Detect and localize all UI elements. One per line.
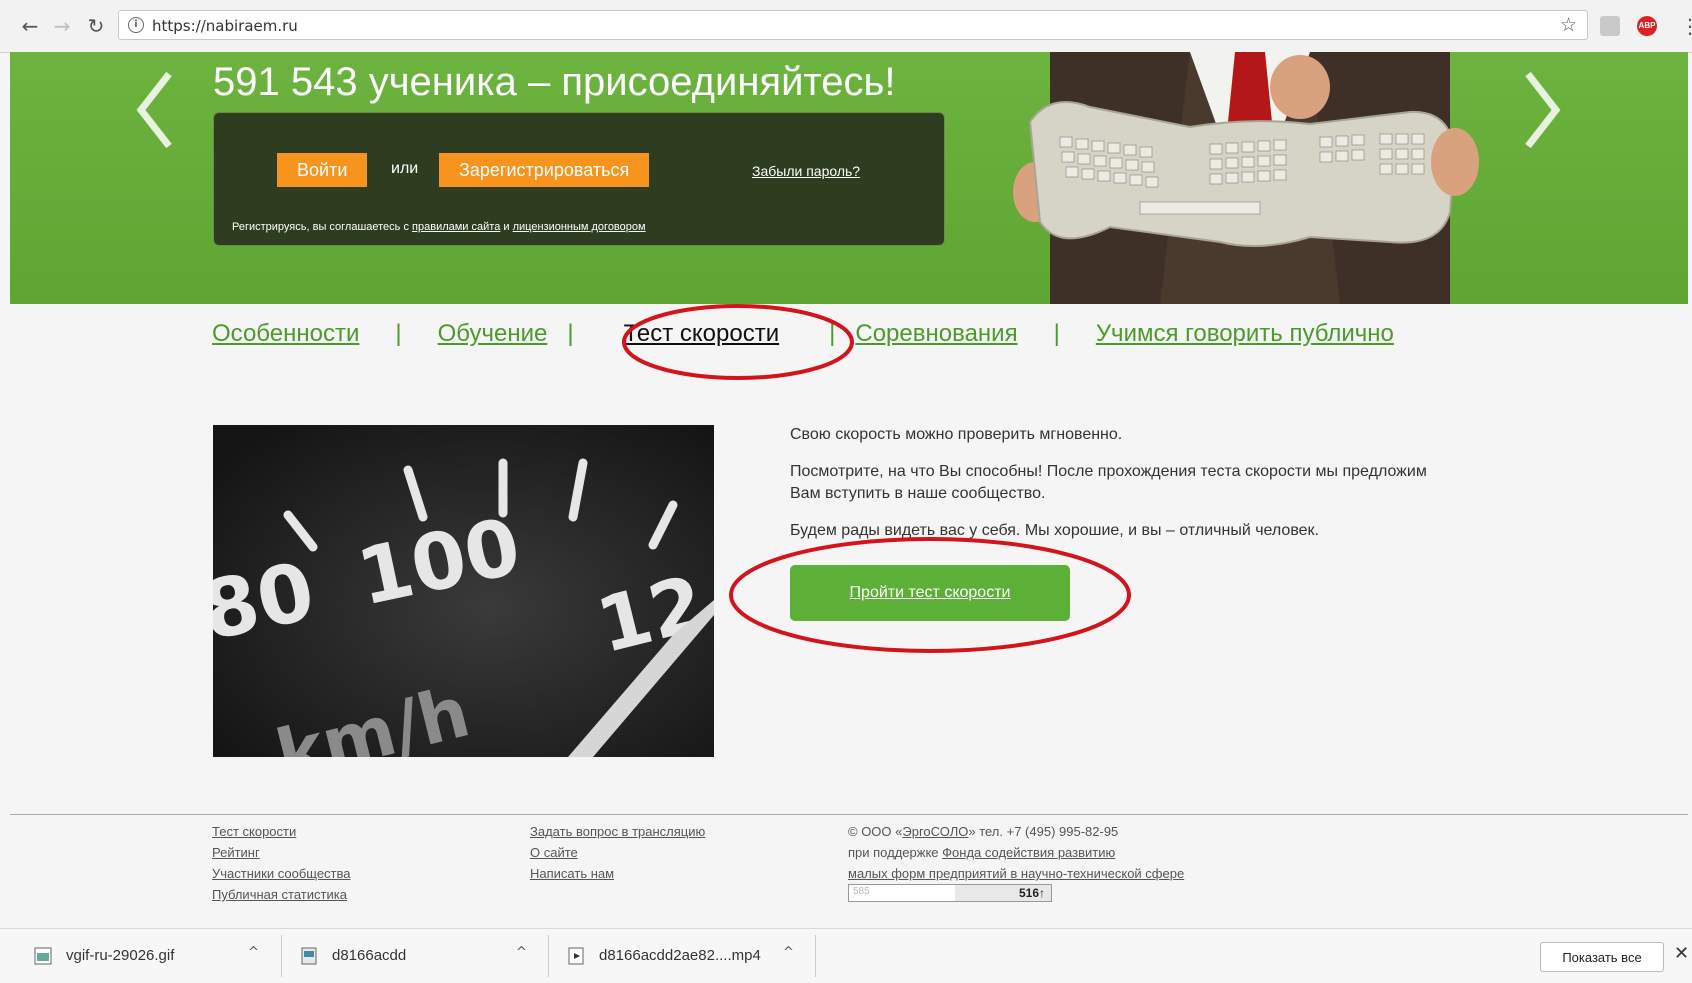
gif-file-icon — [34, 947, 52, 965]
tab-separator: | — [395, 320, 402, 347]
hero-banner: 591 543 ученика – присоединяйтесь! Войти… — [10, 52, 1688, 304]
pdf-extension-icon[interactable] — [1600, 16, 1620, 36]
tab-separator: | — [829, 320, 836, 347]
terms-prefix: Регистрируясь, вы соглашаетесь с — [232, 221, 409, 233]
reload-icon[interactable]: ↻ — [84, 14, 108, 38]
support-line: при поддержке Фонда содействия развитию — [848, 842, 1184, 863]
visit-counter[interactable]: 585 516↑ — [848, 884, 1052, 902]
intro-text: Свою скорость можно проверить мгновенно. — [790, 426, 1123, 443]
fund-link-part2[interactable]: малых форм предприятий в научно-техничес… — [848, 863, 1184, 884]
fund-link-part1[interactable]: Фонда содействия развитию — [942, 845, 1115, 860]
footer-company-info: © ООО «ЭргоСОЛО» тел. +7 (495) 995-82-95… — [848, 821, 1184, 884]
download-divider — [281, 935, 282, 977]
download-item[interactable]: vgif-ru-29026.gif ^ — [34, 929, 264, 983]
login-button[interactable]: Войти — [277, 153, 368, 187]
download-filename: d8166acdd — [332, 947, 407, 964]
show-all-downloads-button[interactable]: Показать все — [1540, 942, 1664, 972]
back-icon[interactable]: ← — [18, 14, 42, 38]
footer-link-statistics[interactable]: Публичная статистика — [212, 884, 351, 905]
footer-links-col2: Задать вопрос в трансляцию О сайте Напис… — [530, 821, 705, 884]
download-shelf: vgif-ru-29026.gif ^ d8166acdd ^ d8166acd… — [0, 928, 1692, 983]
browser-toolbar: ← → ↻ i https://nabiraem.ru ☆ ABP ⋮ — [0, 0, 1692, 53]
tab-public-speaking[interactable]: Учимся говорить публично — [1096, 320, 1394, 347]
tab-speed-test[interactable]: Тест скорости — [624, 320, 780, 347]
slider-next-arrow-icon[interactable] — [1522, 70, 1562, 150]
terms-and: и — [503, 221, 510, 233]
copyright-line: © ООО «ЭргоСОЛО» тел. +7 (495) 995-82-95 — [848, 821, 1184, 842]
download-filename: d8166acdd2ae82....mp4 — [599, 947, 761, 964]
address-bar[interactable]: i https://nabiraem.ru ☆ — [118, 10, 1588, 40]
description-text: Посмотрите, на что Вы способны! После пр… — [790, 463, 1427, 502]
copyright-prefix: © ООО « — [848, 824, 903, 839]
support-prefix: при поддержке — [848, 845, 939, 860]
footer-link-speed-test[interactable]: Тест скорости — [212, 821, 351, 842]
register-button[interactable]: Зарегистрироваться — [439, 153, 650, 187]
company-link[interactable]: ЭргоСОЛО — [902, 824, 968, 839]
download-divider — [548, 935, 549, 977]
hero-title: 591 543 ученика – присоединяйтесь! — [213, 60, 896, 104]
tab-separator: | — [567, 320, 574, 347]
tab-competitions[interactable]: Соревнования — [855, 320, 1017, 347]
login-panel: Войти или Зарегистрироваться Забыли паро… — [213, 112, 945, 246]
terms-notice: Регистрируясь, вы соглашаетесь с правила… — [232, 221, 646, 233]
footer-divider — [10, 814, 1688, 815]
section-tabs: Особенности | Обучение | Тест скорости | Сорев… — [212, 320, 1394, 360]
footer-link-rating[interactable]: Рейтинг — [212, 842, 351, 863]
copyright-suffix: » тел. +7 (495) 995-82-95 — [968, 824, 1119, 839]
bookmark-star-icon[interactable]: ☆ — [1560, 14, 1577, 36]
license-agreement-link[interactable]: лицензионным договором — [513, 221, 646, 233]
counter-left: 585 — [853, 886, 870, 897]
footer-link-contact[interactable]: Написать нам — [530, 863, 705, 884]
take-speed-test-button[interactable]: Пройти тест скорости — [790, 565, 1070, 621]
download-options-icon[interactable]: ^ — [516, 945, 527, 960]
download-item[interactable]: d8166acdd ^ — [300, 929, 530, 983]
tab-training[interactable]: Обучение — [438, 320, 548, 347]
tab-separator: | — [1053, 320, 1060, 347]
man-with-keyboard-image — [1013, 52, 1479, 304]
welcome-text: Будем рады видеть вас у себя. Мы хорошие… — [790, 522, 1319, 539]
download-options-icon[interactable]: ^ — [783, 945, 794, 960]
site-info-icon[interactable]: i — [128, 17, 144, 33]
footer-link-about[interactable]: О сайте — [530, 842, 705, 863]
download-item[interactable]: d8166acdd2ae82....mp4 ^ — [567, 929, 807, 983]
video-file-icon — [568, 947, 584, 965]
tab-features[interactable]: Особенности — [212, 320, 359, 347]
footer-link-ask-question[interactable]: Задать вопрос в трансляцию — [530, 821, 705, 842]
site-rules-link[interactable]: правилами сайта — [412, 221, 500, 233]
adblock-extension-icon[interactable]: ABP — [1637, 16, 1657, 36]
counter-value: 516↑ — [955, 885, 1051, 901]
speedometer-image: 80 100 12 km/h — [213, 425, 714, 757]
footer-links-col1: Тест скорости Рейтинг Участники сообщест… — [212, 821, 351, 905]
download-divider — [815, 935, 816, 977]
browser-menu-icon[interactable]: ⋮ — [1680, 14, 1692, 38]
url-text[interactable]: https://nabiraem.ru — [152, 17, 298, 35]
download-options-icon[interactable]: ^ — [248, 945, 259, 960]
close-shelf-icon[interactable]: ✕ — [1674, 943, 1689, 964]
footer-link-members[interactable]: Участники сообщества — [212, 863, 351, 884]
forgot-password-link[interactable]: Забыли пароль? — [752, 163, 860, 179]
or-label: или — [391, 160, 419, 177]
download-filename: vgif-ru-29026.gif — [66, 947, 175, 964]
forward-icon[interactable]: → — [50, 14, 74, 38]
slider-prev-arrow-icon[interactable] — [135, 70, 175, 150]
file-icon — [301, 947, 317, 965]
